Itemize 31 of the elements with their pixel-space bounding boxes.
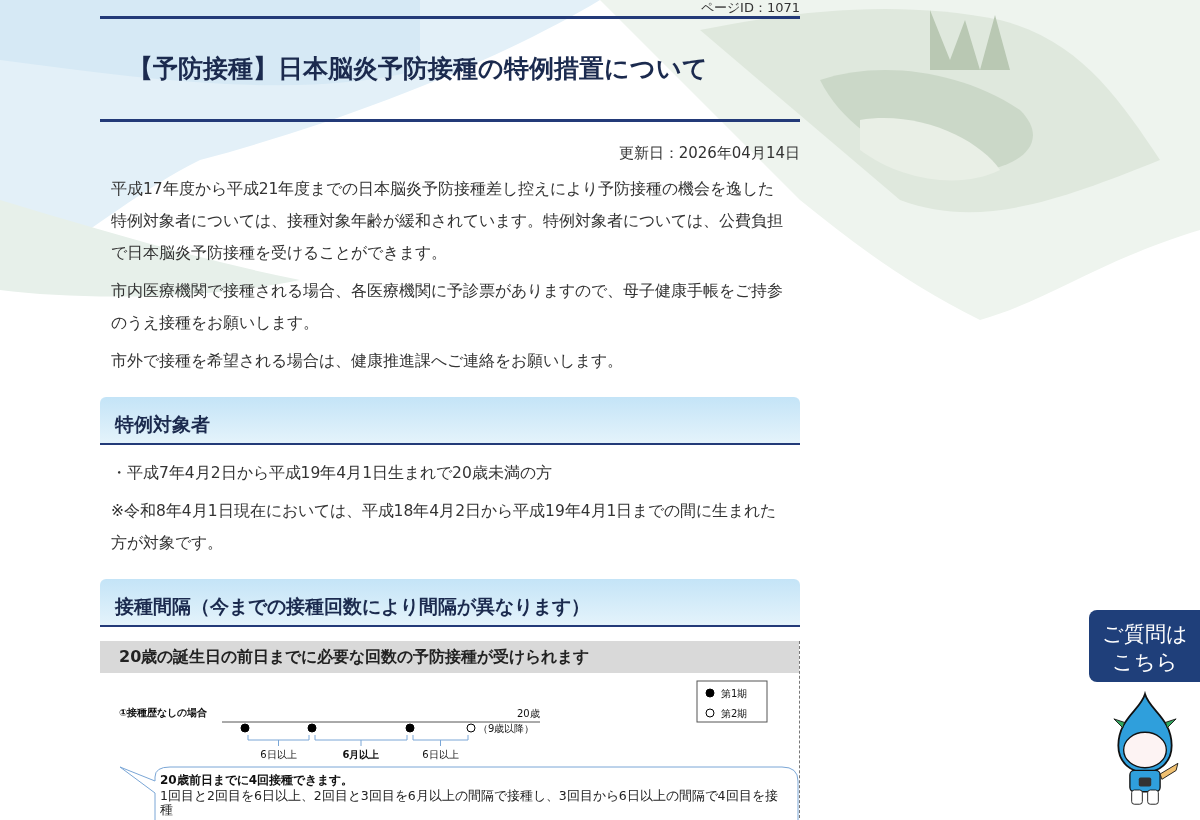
dose-dot	[240, 723, 250, 733]
paragraph: 市外で接種を希望される場合は、健康推進課へご連絡をお願いします。	[110, 351, 624, 372]
interval-bracket	[412, 734, 469, 747]
page-title: 【予防接種】日本脳炎予防接種の特例措置について	[100, 16, 800, 122]
section-heading: 接種間隔（今までの接種回数により間隔が異なります）	[100, 579, 800, 627]
dose-note: （9歳以降）	[478, 723, 535, 734]
update-date: 更新日：2026年04月14日	[617, 144, 800, 163]
age-label: 20歳	[517, 708, 540, 719]
diagram-banner: 20歳の誕生日の前日までに必要な回数の予防接種が受けられます	[100, 641, 799, 673]
legend-label: 第2期	[721, 708, 748, 719]
dose-dot	[307, 723, 317, 733]
legend-label: 第1期	[721, 688, 748, 699]
paragraph: ※令和8年4月1日現在においては、平成18年4月2日から平成19年4月1日までの間に生まれた方が対象です。	[110, 501, 778, 554]
paragraph: ・平成7年4月2日から平成19年4月1日生まれで20歳未満の方	[110, 463, 553, 484]
paragraph: 平成17年度から平成21年度までの日本脳炎予防接種差し控えにより予防接種の機会を逸した特例対象者については、接種対象年齢が緩和されています。特例対象者については、公費負担で日本脳炎予防接種を受けることができます。	[110, 179, 784, 264]
callout-title: 20歳前日までに4回接種できます。	[160, 773, 354, 787]
section-heading: 特例対象者	[100, 397, 800, 445]
dose-dot	[466, 723, 476, 733]
paragraph: 市内医療機関で接種される場合、各医療機関に予診票がありますので、母子健康手帳をご持参のうえ接種をお願いします。	[110, 281, 784, 334]
help-bubble[interactable]: ご質問は こちら	[1089, 610, 1200, 682]
interval-label: 6日以上	[422, 749, 459, 760]
interval-bracket	[247, 734, 310, 747]
dose-dot	[405, 723, 415, 733]
legend-dot	[705, 708, 715, 718]
case-label: ①接種歴なしの場合	[119, 707, 208, 718]
legend-dot	[705, 688, 715, 698]
callout-text: 1回目と2回目を6日以上、2回目と3回目を6月以上の間隔で接種し、3回目から6日以上の間隔で4回目を接種	[160, 789, 779, 817]
legend-box	[696, 680, 768, 723]
interval-label: 6日以上	[260, 749, 297, 760]
page-id: ページID：1071	[700, 0, 800, 16]
interval-label: 6月以上	[342, 749, 380, 760]
